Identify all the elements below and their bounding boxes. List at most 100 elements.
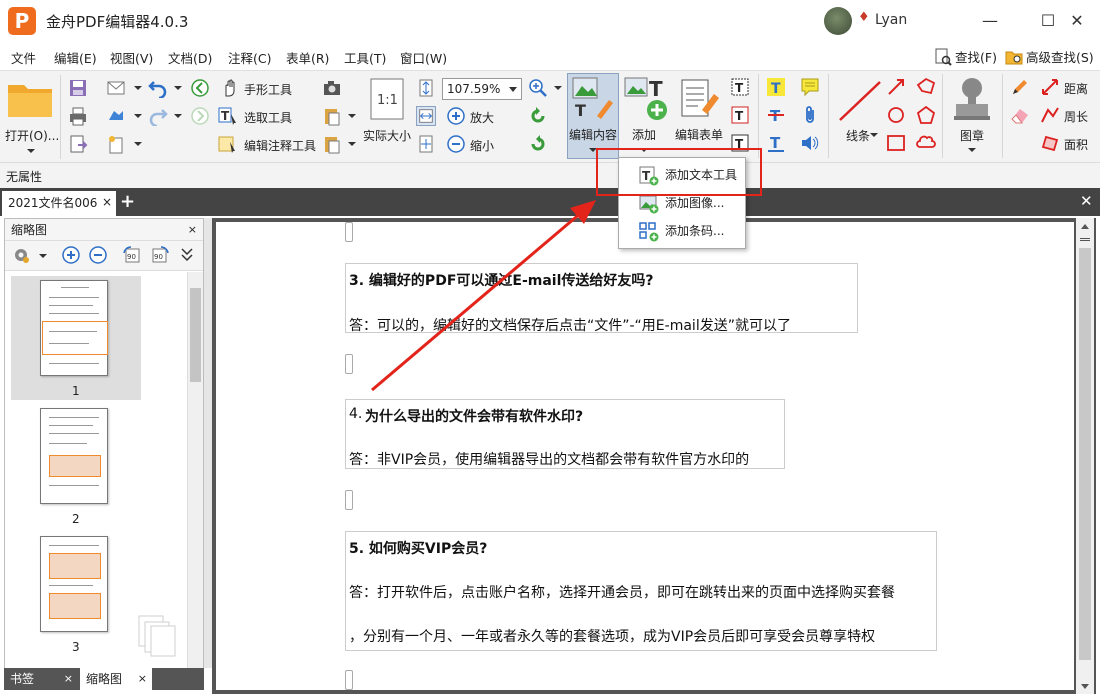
edit-form-icon[interactable]: [678, 76, 722, 122]
close-window-button[interactable]: ✕: [1064, 8, 1090, 34]
clipboard-paste-icon[interactable]: [322, 134, 342, 154]
gear-icon[interactable]: [11, 245, 31, 265]
add-icon[interactable]: T: [623, 76, 669, 122]
find-label: 查找(F): [955, 50, 997, 65]
text-field-icon[interactable]: T: [730, 77, 750, 97]
tab-bookmarks[interactable]: 书签 ×: [4, 668, 78, 690]
edit-annotation-tool-button[interactable]: 编辑注释工具: [244, 137, 316, 154]
thumbnail-scrollbar[interactable]: [187, 272, 203, 668]
pencil-icon[interactable]: [1010, 77, 1030, 97]
menu-edit[interactable]: 编辑(E): [54, 48, 97, 67]
menu-document[interactable]: 文档(D): [168, 48, 212, 67]
rotate-left-icon[interactable]: [528, 106, 548, 126]
area-button[interactable]: 面积: [1064, 136, 1088, 153]
maximize-button[interactable]: ☐: [1035, 8, 1061, 34]
distance-button[interactable]: 距离: [1064, 80, 1088, 97]
fit-page-icon[interactable]: [416, 78, 436, 98]
snapshot-camera-icon[interactable]: [322, 78, 342, 98]
text-box-icon[interactable]: T: [730, 105, 750, 125]
forward-icon[interactable]: [190, 106, 210, 126]
zoom-in-button[interactable]: 放大: [470, 109, 494, 126]
new-tab-button[interactable]: +: [120, 192, 138, 212]
save-icon[interactable]: [68, 78, 88, 98]
edit-form-button[interactable]: 编辑表单: [675, 126, 723, 143]
lines-button[interactable]: 线条: [846, 127, 870, 144]
tab-document[interactable]: 2021文件名006 ×: [2, 191, 116, 216]
sound-icon[interactable]: [800, 133, 820, 153]
tab-close-icon[interactable]: ×: [102, 190, 112, 214]
fit-visible-icon[interactable]: [416, 134, 436, 154]
stamp-icon[interactable]: [950, 76, 994, 124]
line-icon[interactable]: [834, 78, 884, 124]
menu-window[interactable]: 窗口(W): [400, 48, 447, 67]
user-name[interactable]: Lyan: [875, 12, 907, 28]
thumbnail-page-2[interactable]: [40, 408, 108, 504]
minimize-button[interactable]: —: [977, 8, 1003, 34]
tab-bookmarks-label: 书签: [10, 672, 35, 686]
actual-size-button[interactable]: 实际大小: [363, 127, 411, 144]
menu-file[interactable]: 文件: [11, 48, 36, 67]
thumbnail-page-1[interactable]: [40, 280, 108, 376]
magnifier-icon[interactable]: [528, 78, 548, 98]
arrow-tool-icon[interactable]: [886, 77, 906, 97]
email-icon[interactable]: [106, 78, 126, 98]
zoom-out-button[interactable]: 缩小: [470, 137, 494, 154]
svg-text:T: T: [649, 77, 663, 101]
redo-icon[interactable]: [148, 106, 168, 126]
rotate-ccw-90-icon[interactable]: 90: [122, 245, 142, 265]
menu-comment[interactable]: 注释(C): [228, 48, 271, 67]
actual-size-icon[interactable]: 1:1: [369, 77, 405, 121]
thumbnail-zoom-out-icon[interactable]: [88, 245, 108, 265]
tab-thumbnails-close-icon[interactable]: ×: [138, 668, 147, 690]
open-dropdown-arrow[interactable]: [27, 149, 35, 153]
panel-splitter[interactable]: [204, 218, 212, 668]
new-document-icon[interactable]: [106, 134, 126, 154]
expand-chevron-icon[interactable]: [177, 245, 197, 265]
tab-thumbnails[interactable]: 缩略图 ×: [80, 668, 152, 690]
attachment-icon[interactable]: [800, 105, 820, 125]
menu-view[interactable]: 视图(V): [110, 48, 153, 67]
underline-icon[interactable]: T: [766, 133, 786, 153]
cloud-shape-icon[interactable]: [916, 133, 936, 153]
menu-tools[interactable]: 工具(T): [344, 48, 386, 67]
rectangle-tool-icon[interactable]: [886, 133, 906, 153]
add-button[interactable]: 添加: [632, 126, 656, 143]
ellipse-tool-icon[interactable]: [886, 105, 906, 125]
select-tool-button[interactable]: 选取工具: [244, 109, 292, 126]
edit-content-button[interactable]: 编辑内容: [569, 126, 617, 143]
back-icon[interactable]: [190, 78, 210, 98]
open-folder-icon[interactable]: [6, 79, 54, 119]
perimeter-button[interactable]: 周长: [1064, 108, 1088, 125]
note-icon[interactable]: [800, 77, 820, 97]
stamp-button[interactable]: 图章: [960, 127, 984, 144]
undo-icon[interactable]: [148, 78, 168, 98]
panel-close-icon[interactable]: ×: [188, 219, 197, 241]
advanced-find-button[interactable]: 高级查找(S): [1005, 47, 1094, 66]
rotate-right-icon[interactable]: [528, 134, 548, 154]
rotate-cw-90-icon[interactable]: 90: [150, 245, 170, 265]
find-button[interactable]: 查找(F): [934, 47, 997, 66]
strikeout-icon[interactable]: T: [766, 105, 786, 125]
typewriter-icon[interactable]: T: [766, 77, 786, 97]
hand-tool-button[interactable]: 手形工具: [244, 81, 292, 98]
question-block-4[interactable]: 4. 为什么导出的文件会带有软件水印? 答：非VIP会员，使用编辑器导出的文档都…: [345, 399, 785, 469]
open-button[interactable]: 打开(O)...: [5, 127, 59, 144]
edit-content-icon[interactable]: T: [571, 76, 615, 122]
print-icon[interactable]: [68, 106, 88, 126]
eraser-icon[interactable]: [1010, 105, 1030, 125]
clipboard-icon[interactable]: [322, 106, 342, 126]
avatar[interactable]: [824, 7, 852, 35]
menu-form[interactable]: 表单(R): [286, 48, 329, 67]
polygon-line-icon[interactable]: [916, 77, 936, 97]
question-block-5[interactable]: 5. 如何购买VIP会员? 答：打开软件后，点击账户名称，选择开通会员，即可在跳…: [345, 531, 937, 651]
tab-bookmarks-close-icon[interactable]: ×: [64, 668, 73, 690]
close-document-button[interactable]: ✕: [1080, 192, 1093, 210]
fit-width-icon[interactable]: [416, 106, 436, 126]
document-scrollbar[interactable]: [1076, 218, 1094, 694]
pentagon-icon[interactable]: [916, 105, 936, 125]
export-icon[interactable]: [68, 134, 88, 154]
zoom-select[interactable]: 107.59%: [442, 78, 522, 100]
thumbnail-page-3[interactable]: [40, 536, 108, 632]
thumbnail-zoom-in-icon[interactable]: [61, 245, 81, 265]
cloud-icon[interactable]: [106, 106, 126, 126]
